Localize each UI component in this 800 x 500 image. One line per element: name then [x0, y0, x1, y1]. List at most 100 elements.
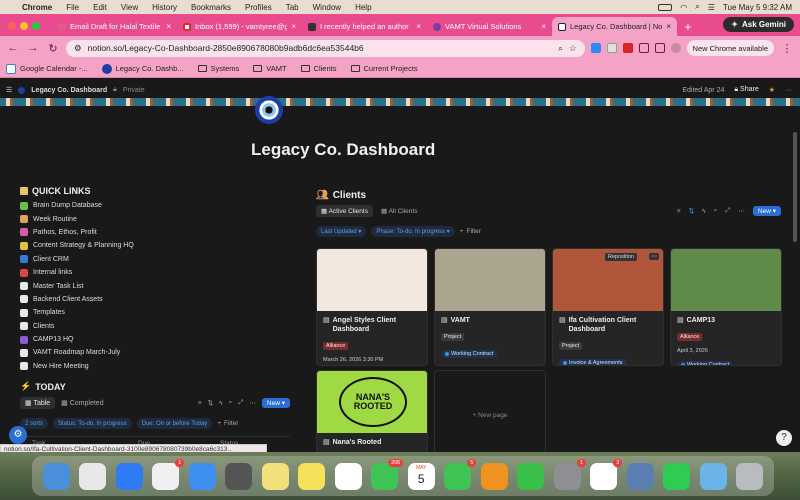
menu-tab[interactable]: Tab	[286, 3, 299, 12]
quick-link-item[interactable]: Clients	[20, 320, 240, 333]
add-filter-button[interactable]: + Filter	[460, 228, 481, 235]
trash-icon[interactable]	[736, 462, 764, 490]
filter-icon[interactable]: ≡	[198, 400, 202, 407]
menu-file[interactable]: File	[66, 3, 79, 12]
bookmark-star-icon[interactable]: ☆	[569, 43, 577, 54]
extension-icon[interactable]	[590, 43, 601, 53]
sidebar-menu-icon[interactable]: ☰	[6, 86, 12, 94]
bookmark-google-calendar[interactable]: Google Calendar -...	[6, 63, 88, 74]
expand-icon[interactable]: ⤢	[725, 207, 730, 215]
phase-filter-pill[interactable]: Phase: To-do, In progress ▾	[371, 226, 455, 237]
quicktime-icon[interactable]	[699, 462, 727, 490]
browser-tab-active[interactable]: Legacy Co. Dashboard | No ×	[552, 17, 677, 36]
page-scrollbar[interactable]	[793, 132, 797, 242]
quick-link-item[interactable]: VAMT Roadmap March-July	[20, 346, 240, 359]
back-arrow-icon[interactable]: ←	[6, 42, 20, 54]
search-icon[interactable]: ⌕	[714, 207, 718, 215]
search-icon[interactable]: ⌕	[695, 2, 699, 12]
quick-link-item[interactable]: Pathos, Ethos, Profit	[20, 226, 240, 239]
calendar-icon[interactable]: MAY 5	[407, 462, 435, 490]
pages-icon[interactable]	[480, 462, 508, 490]
quick-link-item[interactable]: Content Strategy & Planning HQ	[20, 239, 240, 252]
menu-history[interactable]: History	[152, 3, 177, 12]
tab-completed[interactable]: ▦ Completed	[61, 399, 103, 407]
quick-link-item[interactable]: Internal links	[20, 266, 240, 279]
close-window-button[interactable]	[8, 22, 16, 30]
new-tab-button[interactable]: +	[677, 17, 699, 36]
extensions-puzzle-icon[interactable]	[638, 43, 649, 53]
reposition-button[interactable]: Reposition	[605, 253, 637, 261]
sort-icon[interactable]: ⇅	[208, 399, 213, 407]
finder-icon[interactable]	[42, 462, 70, 490]
settings-icon[interactable]: ⋯	[249, 399, 256, 407]
due-filter-pill[interactable]: Due: On or before Today	[136, 418, 213, 429]
freeform-icon[interactable]	[334, 462, 362, 490]
clients-new-button[interactable]: New ▾	[752, 206, 781, 216]
zoom-window-button[interactable]	[32, 22, 40, 30]
extension-icon[interactable]	[622, 43, 633, 53]
battery-icon[interactable]	[658, 3, 673, 11]
close-tab-icon[interactable]: ×	[666, 22, 671, 31]
bookmark-folder-clients[interactable]: Clients	[300, 64, 337, 73]
app-store-icon[interactable]	[115, 462, 143, 490]
downloads-icon[interactable]	[654, 43, 665, 53]
card-more-icon[interactable]: ⋯	[649, 253, 659, 260]
tab-table[interactable]: ▦ Table	[20, 397, 56, 409]
help-icon[interactable]: ?	[776, 430, 792, 446]
menu-help[interactable]: Help	[355, 3, 371, 12]
share-button[interactable]: 🔒︎ Share	[734, 86, 758, 94]
quick-link-item[interactable]: Brain Dump Database	[20, 199, 240, 212]
menu-window[interactable]: Window	[313, 3, 341, 12]
quick-link-item[interactable]: Templates	[20, 306, 240, 319]
bookmark-folder-vamt[interactable]: VAMT	[253, 64, 287, 73]
sort-pill[interactable]: Last Updated ▾	[316, 226, 367, 237]
menu-bookmarks[interactable]: Bookmarks	[191, 3, 231, 12]
star-icon[interactable]: ★	[769, 86, 775, 94]
client-card[interactable]: ▤ Angel Styles Client Dashboard Alliance Ma…	[316, 248, 428, 366]
address-bar[interactable]: ⚙ notion.so/Legacy-Co-Dashboard-2850e890…	[66, 39, 585, 57]
add-filter-button[interactable]: + Filter	[217, 420, 238, 427]
bookmark-legacy-dashboard[interactable]: Legacy Co. Dashb...	[101, 63, 184, 74]
page-title[interactable]: Legacy Co. Dashboard	[251, 140, 435, 160]
control-center-icon[interactable]: ☰	[708, 3, 715, 12]
calculator-icon[interactable]	[225, 462, 253, 490]
browser-tab[interactable]: I recently helped an author ×	[302, 17, 427, 36]
client-card[interactable]: ▤ CAMP13 Alliance April 3, 2026 Working Cont…	[670, 248, 782, 366]
zoom-icon[interactable]: ⌕	[558, 43, 563, 54]
chrome-icon[interactable]	[79, 462, 107, 490]
forward-arrow-icon[interactable]: →	[26, 42, 40, 54]
sorts-pill[interactable]: 2 sorts	[20, 418, 49, 429]
stickies-icon[interactable]	[261, 462, 289, 490]
evil-eye-page-icon[interactable]	[255, 96, 283, 124]
tab-all-clients[interactable]: ▦ All Clients	[381, 207, 418, 215]
settings-icon[interactable]: ⋯	[738, 207, 745, 215]
client-card[interactable]: ▤ VAMT Project Working Contract	[434, 248, 546, 366]
search-icon[interactable]: ⌕	[229, 399, 233, 407]
menu-app-name[interactable]: Chrome	[22, 3, 52, 12]
more-menu-icon[interactable]: ⋮	[780, 42, 794, 55]
accessibility-gear-icon[interactable]: ⚙	[9, 426, 27, 444]
bookmark-folder-systems[interactable]: Systems	[197, 64, 239, 73]
sort-icon[interactable]: ⇅	[689, 207, 694, 215]
tab-active-clients[interactable]: ▦ Active Clients	[316, 205, 373, 217]
wifi-icon[interactable]: ◠	[680, 3, 687, 12]
more-options-icon[interactable]: ···	[785, 87, 792, 94]
bookmark-folder-current-projects[interactable]: Current Projects	[350, 64, 418, 73]
minimize-window-button[interactable]	[20, 22, 28, 30]
whatsapp-icon[interactable]	[663, 462, 691, 490]
numbers-icon[interactable]	[517, 462, 545, 490]
filter-icon[interactable]: ≡	[677, 208, 681, 215]
quick-link-item[interactable]: Client CRM	[20, 253, 240, 266]
notes-icon[interactable]	[298, 462, 326, 490]
quick-link-item[interactable]: Master Task List	[20, 279, 240, 292]
menu-view[interactable]: View	[121, 3, 138, 12]
client-card[interactable]: NANA'S ROOTED▤Nana's RootedAlliance	[316, 370, 428, 460]
close-tab-icon[interactable]: ×	[541, 22, 546, 31]
menu-edit[interactable]: Edit	[93, 3, 107, 12]
messages-icon[interactable]: 206	[371, 458, 404, 490]
site-info-icon[interactable]: ⚙	[74, 43, 82, 54]
lightning-icon[interactable]: ϟ	[219, 400, 222, 407]
lightning-icon[interactable]: ϟ	[702, 208, 705, 215]
today-new-button[interactable]: New ▾	[261, 398, 290, 408]
quick-link-item[interactable]: CAMP13 HQ	[20, 333, 240, 346]
